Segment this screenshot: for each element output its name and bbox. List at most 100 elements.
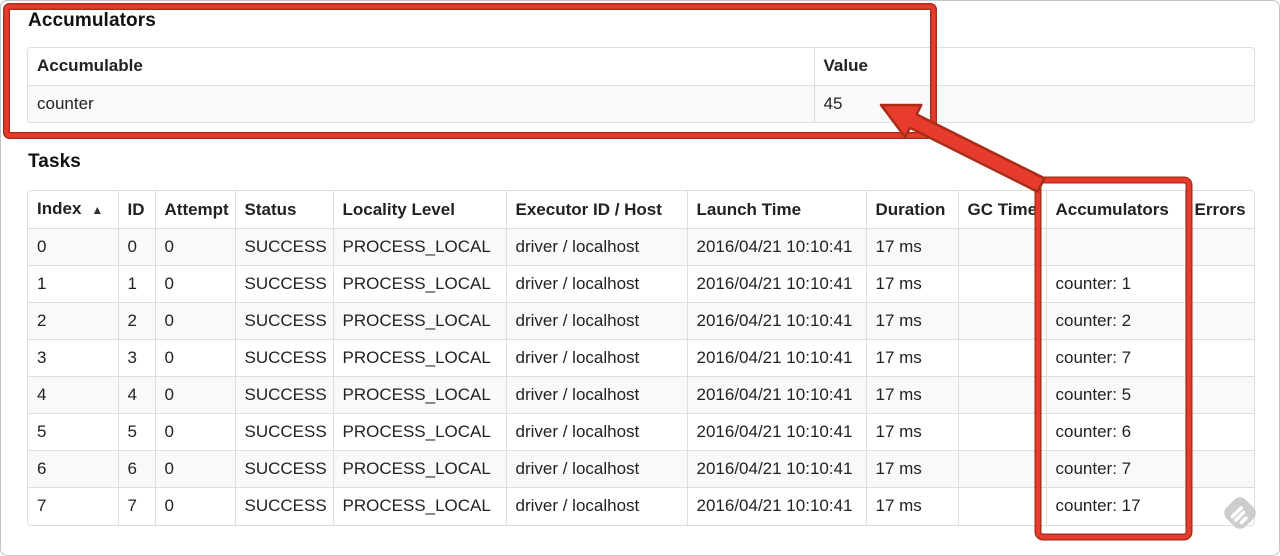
table-cell: 2016/04/21 10:10:41 <box>686 339 866 377</box>
table-cell: 1 <box>28 265 118 303</box>
table-header-row: Accumulable Value <box>28 48 1254 85</box>
table-cell: 17 ms <box>865 339 958 377</box>
table-row: 0 0 0 SUCCESS PROCESS_LOCAL driver / localhos… <box>28 228 1254 266</box>
table-cell: PROCESS_LOCAL <box>332 376 506 414</box>
column-header-gc-time[interactable]: GC Time <box>957 191 1046 229</box>
table-row: 7 7 0 SUCCESS PROCESS_LOCAL driver / localhos… <box>28 487 1254 525</box>
table-cell: SUCCESS <box>234 376 333 414</box>
table-cell: PROCESS_LOCAL <box>332 339 506 377</box>
table-cell <box>1045 228 1185 266</box>
table-cell: SUCCESS <box>234 302 333 340</box>
table-cell: 0 <box>117 228 155 266</box>
table-row: 4 4 0 SUCCESS PROCESS_LOCAL driver / localhos… <box>28 376 1254 414</box>
table-cell: 2016/04/21 10:10:41 <box>686 487 866 525</box>
table-cell: driver / localhost <box>505 413 687 451</box>
table-row: counter 45 <box>28 84 1254 122</box>
table-cell: 0 <box>28 228 118 266</box>
table-cell: PROCESS_LOCAL <box>332 302 506 340</box>
table-cell: 17 ms <box>865 265 958 303</box>
table-cell: 0 <box>154 228 235 266</box>
column-header-duration[interactable]: Duration <box>865 191 958 229</box>
table-cell: 0 <box>154 339 235 377</box>
table-cell <box>1184 413 1254 451</box>
table-cell: driver / localhost <box>505 487 687 525</box>
table-row: 3 3 0 SUCCESS PROCESS_LOCAL driver / localhos… <box>28 339 1254 377</box>
table-cell: 0 <box>154 413 235 451</box>
table-cell: 0 <box>154 487 235 525</box>
table-cell: 2016/04/21 10:10:41 <box>686 376 866 414</box>
table-cell: 5 <box>117 413 155 451</box>
table-row: 2 2 0 SUCCESS PROCESS_LOCAL driver / localhos… <box>28 302 1254 340</box>
column-header-status[interactable]: Status <box>234 191 333 229</box>
table-cell: 0 <box>154 302 235 340</box>
table-cell: 1 <box>117 265 155 303</box>
table-cell <box>1184 228 1254 266</box>
table-row: 1 1 0 SUCCESS PROCESS_LOCAL driver / localhos… <box>28 265 1254 303</box>
table-cell: PROCESS_LOCAL <box>332 487 506 525</box>
table-cell <box>957 376 1046 414</box>
table-cell: 2016/04/21 10:10:41 <box>686 413 866 451</box>
table-cell: SUCCESS <box>234 487 333 525</box>
table-cell: 17 ms <box>865 450 958 488</box>
table-cell: 3 <box>28 339 118 377</box>
table-cell: 17 ms <box>865 302 958 340</box>
table-cell: 4 <box>117 376 155 414</box>
table-cell: counter: 6 <box>1045 413 1185 451</box>
sort-ascending-icon: ▲ <box>91 203 104 217</box>
table-cell: 17 ms <box>865 228 958 266</box>
table-cell <box>1184 450 1254 488</box>
column-header-index[interactable]: Index ▲ <box>28 191 118 229</box>
table-cell: 0 <box>154 376 235 414</box>
table-cell: 7 <box>117 487 155 525</box>
table-cell: 6 <box>117 450 155 488</box>
tasks-table: Index ▲ ID Attempt Status Locality Level … <box>27 190 1255 526</box>
column-header-locality-level[interactable]: Locality Level <box>332 191 506 229</box>
table-cell <box>1184 487 1254 525</box>
table-cell: 4 <box>28 376 118 414</box>
accumulators-section-heading: Accumulators <box>28 10 156 31</box>
column-header-label: Index <box>37 199 82 218</box>
table-cell <box>957 302 1046 340</box>
table-cell: 2016/04/21 10:10:41 <box>686 265 866 303</box>
table-cell: counter: 2 <box>1045 302 1185 340</box>
table-cell: driver / localhost <box>505 228 687 266</box>
table-cell <box>1184 376 1254 414</box>
tasks-section-heading: Tasks <box>28 151 81 172</box>
table-row: 5 5 0 SUCCESS PROCESS_LOCAL driver / localhos… <box>28 413 1254 451</box>
column-header-id[interactable]: ID <box>117 191 155 229</box>
column-header-executor-id-host[interactable]: Executor ID / Host <box>505 191 687 229</box>
table-cell: driver / localhost <box>505 302 687 340</box>
table-cell: 17 ms <box>865 413 958 451</box>
table-cell <box>957 228 1046 266</box>
table-cell: 5 <box>28 413 118 451</box>
column-header-launch-time[interactable]: Launch Time <box>686 191 866 229</box>
column-header-attempt[interactable]: Attempt <box>154 191 235 229</box>
column-header-errors[interactable]: Errors <box>1184 191 1254 229</box>
table-cell: 2 <box>117 302 155 340</box>
table-cell: counter: 1 <box>1045 265 1185 303</box>
table-cell: driver / localhost <box>505 450 687 488</box>
table-header-row: Index ▲ ID Attempt Status Locality Level … <box>28 191 1254 229</box>
accumulators-table: Accumulable Value counter 45 <box>27 47 1255 123</box>
table-cell: 2016/04/21 10:10:41 <box>686 228 866 266</box>
table-cell <box>957 487 1046 525</box>
table-cell: 3 <box>117 339 155 377</box>
table-cell: 2016/04/21 10:10:41 <box>686 450 866 488</box>
table-cell: 17 ms <box>865 487 958 525</box>
table-cell: SUCCESS <box>234 450 333 488</box>
table-cell: SUCCESS <box>234 413 333 451</box>
table-cell <box>957 450 1046 488</box>
table-cell: 45 <box>813 84 1254 122</box>
column-header-accumulators[interactable]: Accumulators <box>1045 191 1185 229</box>
table-cell: SUCCESS <box>234 339 333 377</box>
table-cell: counter: 17 <box>1045 487 1185 525</box>
table-cell: 0 <box>154 265 235 303</box>
table-cell <box>1184 339 1254 377</box>
table-cell: 17 ms <box>865 376 958 414</box>
table-cell: driver / localhost <box>505 376 687 414</box>
table-cell: 2016/04/21 10:10:41 <box>686 302 866 340</box>
spark-stage-page: Accumulators Accumulable Value counter 45… <box>0 0 1280 556</box>
table-cell: 0 <box>154 450 235 488</box>
table-cell: driver / localhost <box>505 265 687 303</box>
table-cell: counter <box>28 84 814 122</box>
